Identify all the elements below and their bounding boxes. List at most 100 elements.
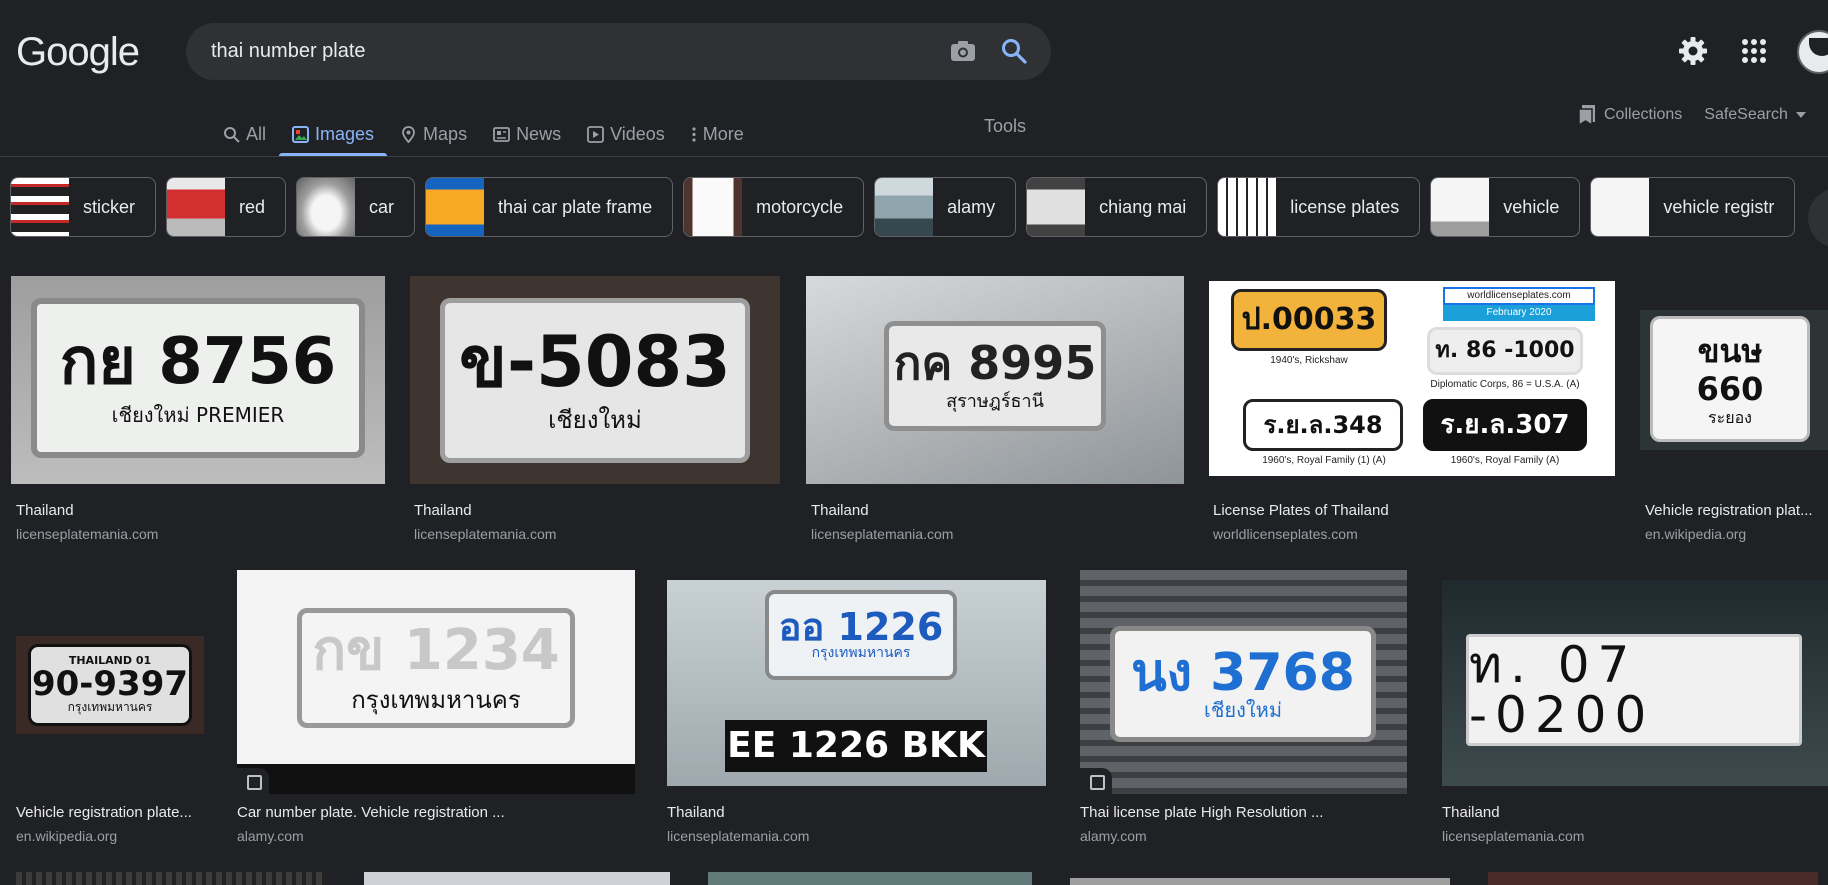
result-source[interactable]: en.wikipedia.org (16, 828, 204, 844)
image-result-partial[interactable] (364, 872, 670, 885)
plate-number: กข 1234 (312, 617, 560, 683)
chip-thumbnail (167, 178, 226, 236)
result-source[interactable]: licenseplatemania.com (667, 828, 1046, 844)
banner-site: worldlicenseplates.com (1443, 287, 1595, 305)
chip-thumbnail (1218, 178, 1277, 236)
chip-car[interactable]: car (296, 177, 416, 237)
result-source[interactable]: en.wikipedia.org (1645, 526, 1823, 542)
plate-caption: 1940's, Rickshaw (1270, 355, 1348, 366)
google-logo[interactable]: Google (16, 30, 140, 75)
chip-sticker[interactable]: sticker (10, 177, 157, 237)
tab-all[interactable]: All (210, 114, 279, 154)
tab-images[interactable]: Images (279, 114, 388, 156)
tools-button[interactable]: Tools (984, 116, 1026, 137)
result-source[interactable]: alamy.com (1080, 828, 1407, 844)
chip-license-plates[interactable]: license plates (1217, 177, 1421, 237)
result-title[interactable]: License Plates of Thailand (1213, 502, 1611, 519)
chip-thumbnail (297, 178, 356, 236)
tab-label: Videos (610, 123, 665, 144)
result-title[interactable]: Thailand (1442, 804, 1828, 821)
collections-button[interactable]: Collections (1578, 104, 1682, 126)
result-title[interactable]: Thailand (667, 804, 1046, 821)
image-result[interactable]: นง 3768 เชียงใหม่ Thai license plate Hig… (1080, 570, 1407, 846)
chip-thumbnail (11, 178, 69, 236)
images-icon (292, 125, 310, 143)
plate-number: 90-9397 (31, 664, 189, 705)
result-title[interactable]: Thai license plate High Resolution ... (1080, 804, 1407, 821)
result-image: ข-5083 เชียงใหม่ (410, 276, 780, 484)
image-result[interactable]: ออ 1226 กรุงเทพมหานคร EE 1226 BKK Thaila… (667, 570, 1046, 846)
chip-thai-car-plate-frame[interactable]: thai car plate frame (425, 177, 674, 237)
search-input[interactable] (211, 23, 891, 80)
header-divider (0, 156, 1828, 157)
plate-number: นง 3768 (1131, 643, 1355, 703)
chip-alamy[interactable]: alamy (874, 177, 1017, 237)
plate-province: เชียงใหม่ (1203, 698, 1283, 722)
image-result[interactable]: ท. 07 -0200 Thailand licenseplatemania.c… (1442, 570, 1828, 846)
image-result-partial[interactable] (1070, 878, 1450, 885)
chip-thumbnail (875, 178, 934, 236)
result-image: กข 1234 กรุงเทพมหานคร (237, 570, 635, 794)
tab-news[interactable]: News (480, 114, 574, 154)
plate-province: สุราษฎร์ธานี (946, 391, 1044, 413)
image-result[interactable]: ข-5083 เชียงใหม่ Thailand licenseplatema… (410, 276, 780, 546)
result-title[interactable]: Vehicle registration plate... (16, 804, 204, 821)
chip-chiang-mai[interactable]: chiang mai (1026, 177, 1208, 237)
tab-more[interactable]: More (678, 114, 757, 154)
result-image: THAILAND 01 90-9397 กรุงเทพมหานคร (16, 636, 204, 734)
result-title[interactable]: Thailand (16, 502, 380, 519)
banner-date: February 2020 (1443, 305, 1595, 321)
result-image: ออ 1226 กรุงเทพมหานคร EE 1226 BKK (667, 580, 1046, 786)
plate-province: ระยอง (1708, 407, 1752, 427)
bookmark-icon (1578, 105, 1595, 126)
image-result[interactable]: กข 1234 กรุงเทพมหานคร Car number plate. … (237, 570, 635, 846)
chip-thumbnail (426, 178, 485, 236)
chip-red[interactable]: red (166, 177, 287, 237)
image-result[interactable]: THAILAND 01 90-9397 กรุงเทพมหานคร Vehicl… (16, 570, 204, 846)
image-result[interactable]: ขนษ 660 ระยอง Vehicle registration plat.… (1640, 276, 1828, 546)
tab-label: Images (315, 123, 375, 144)
settings-gear-icon[interactable] (1678, 36, 1708, 66)
watermark-strip (237, 764, 635, 794)
search-icon[interactable] (1001, 38, 1027, 64)
result-title[interactable]: Vehicle registration plat... (1645, 502, 1823, 519)
chip-vehicle-registration[interactable]: vehicle registr (1590, 177, 1796, 237)
plate-province: กรุงเทพมหานคร (67, 700, 153, 715)
result-source[interactable]: licenseplatemania.com (811, 526, 1179, 542)
result-image: กย 8756 เชียงใหม่ PREMIER (11, 276, 385, 484)
result-source[interactable]: alamy.com (237, 828, 635, 844)
image-result-partial[interactable] (16, 872, 326, 885)
avatar[interactable] (1797, 30, 1828, 74)
apps-grid-icon[interactable] (1741, 38, 1767, 64)
plate-province: เชียงใหม่ (548, 406, 642, 435)
image-result-partial[interactable] (1488, 872, 1818, 885)
image-result[interactable]: กค 8995 สุราษฎร์ธานี Thailand licensepla… (806, 276, 1184, 546)
camera-icon[interactable] (950, 40, 976, 62)
chip-thumbnail (1431, 178, 1490, 236)
result-title[interactable]: Car number plate. Vehicle registration .… (237, 804, 635, 821)
tab-maps[interactable]: Maps (387, 114, 480, 154)
result-image: นง 3768 เชียงใหม่ (1080, 570, 1407, 794)
result-title[interactable]: Thailand (414, 502, 776, 519)
result-source[interactable]: licenseplatemania.com (1442, 828, 1828, 844)
image-result[interactable]: ป.00033 1940's, Rickshaw worldlicensepla… (1209, 276, 1615, 546)
result-title[interactable]: Thailand (811, 502, 1179, 519)
result-image: ขนษ 660 ระยอง (1640, 310, 1828, 450)
news-icon (493, 126, 510, 142)
image-result[interactable]: กย 8756 เชียงใหม่ PREMIER Thailand licen… (11, 276, 385, 546)
chip-motorcycle[interactable]: motorcycle (683, 177, 865, 237)
result-source[interactable]: worldlicenseplates.com (1213, 526, 1611, 542)
plate-number: ออ 1226 (778, 605, 944, 650)
search-tabs: All Images Maps News Videos More (210, 114, 757, 156)
search-box[interactable] (186, 23, 1051, 80)
image-result-partial[interactable] (708, 872, 1032, 885)
safesearch-label: SafeSearch (1704, 106, 1788, 123)
image-badge-icon (237, 768, 269, 794)
result-source[interactable]: licenseplatemania.com (414, 526, 776, 542)
chip-vehicle[interactable]: vehicle (1430, 177, 1581, 237)
result-source[interactable]: licenseplatemania.com (16, 526, 380, 542)
plate-number: กค 8995 (893, 336, 1097, 391)
plate-caption: 1960's, Royal Family (A) (1450, 455, 1560, 466)
tab-videos[interactable]: Videos (574, 114, 678, 154)
safesearch-button[interactable]: SafeSearch (1704, 106, 1806, 124)
